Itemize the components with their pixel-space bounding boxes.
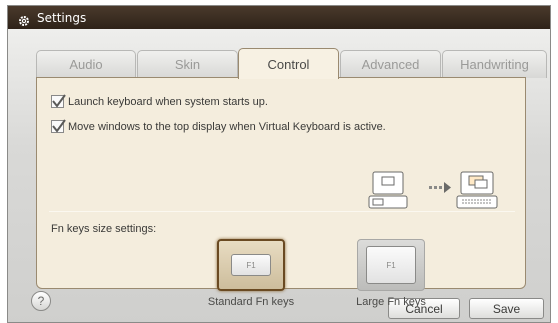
checkmark-icon (52, 94, 66, 108)
tab-skin[interactable]: Skin (137, 50, 238, 78)
move-windows-label: Move windows to the top display when Vir… (68, 120, 386, 133)
tab-audio[interactable]: Audio (36, 50, 136, 78)
tab-handwriting[interactable]: Handwriting (442, 50, 547, 78)
launch-on-startup-label: Launch keyboard when system starts up. (68, 95, 268, 108)
help-icon: ? (37, 294, 45, 308)
settings-window: Settings Audio Skin Control Advanced Han… (7, 5, 551, 323)
laptop-dual-display-icon (368, 171, 408, 209)
launch-on-startup-checkbox[interactable] (51, 94, 66, 108)
laptop-keyboard-icon (456, 171, 498, 209)
window-title: Settings (37, 10, 87, 25)
fn-keys-size-title: Fn keys size settings: (51, 223, 157, 235)
keycap-f1-large: F1 (366, 246, 416, 284)
keycap-f1-standard: F1 (231, 254, 271, 276)
section-divider (49, 211, 515, 212)
gear-icon (18, 12, 30, 26)
standard-fn-keys-option[interactable]: F1 (217, 239, 285, 291)
help-button[interactable]: ? (31, 291, 51, 311)
large-fn-keys-label: Large Fn keys (356, 296, 426, 308)
checkmark-icon (52, 119, 66, 133)
tab-advanced[interactable]: Advanced (340, 50, 441, 78)
dual-display-illustration (367, 170, 527, 214)
standard-fn-keys-label: Standard Fn keys (207, 296, 295, 308)
option-move-windows[interactable]: Move windows to the top display when Vir… (51, 119, 386, 133)
option-launch-on-startup[interactable]: Launch keyboard when system starts up. (51, 94, 268, 108)
move-windows-checkbox[interactable] (51, 119, 66, 133)
tab-control[interactable]: Control (238, 48, 339, 79)
content-area: Audio Skin Control Advanced Handwriting … (8, 29, 550, 322)
large-fn-keys-option[interactable]: F1 (357, 239, 425, 291)
control-panel: Launch keyboard when system starts up. M… (36, 77, 527, 308)
tab-bar: Audio Skin Control Advanced Handwriting (36, 48, 547, 79)
arrow-right-icon (429, 182, 451, 193)
title-bar: Settings (8, 6, 550, 29)
save-button[interactable]: Save (469, 298, 544, 319)
